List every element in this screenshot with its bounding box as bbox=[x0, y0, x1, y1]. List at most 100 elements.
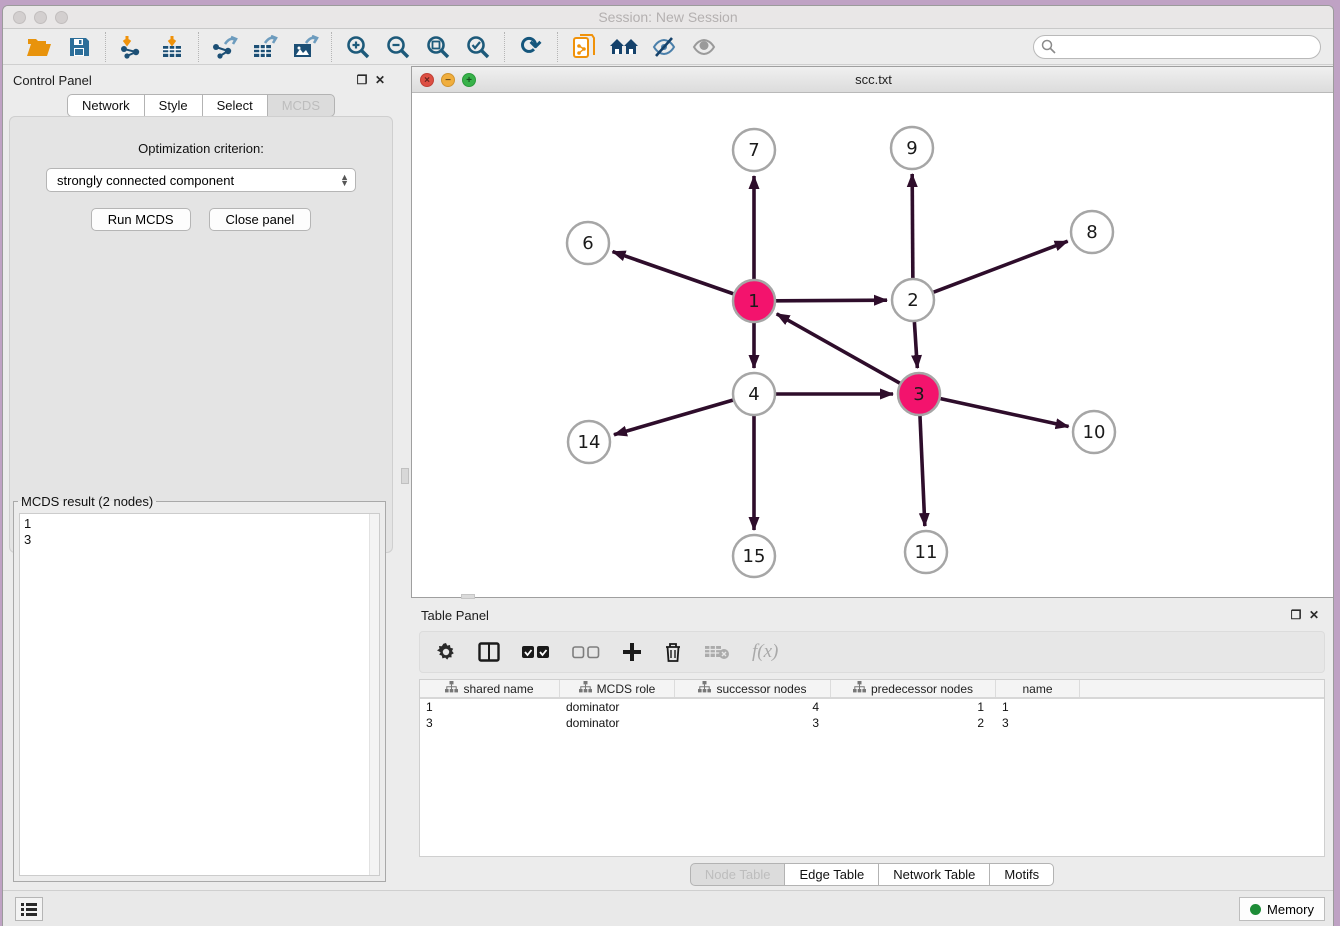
split-view-icon[interactable] bbox=[478, 642, 500, 662]
run-mcds-button[interactable]: Run MCDS bbox=[91, 208, 191, 231]
select-all-icon[interactable] bbox=[522, 645, 550, 659]
export-network-icon[interactable] bbox=[209, 32, 241, 62]
show-all-icon[interactable] bbox=[688, 32, 720, 62]
table-row[interactable]: 1dominator411 bbox=[420, 699, 1324, 715]
save-session-icon[interactable] bbox=[63, 32, 95, 62]
refresh-layout-icon[interactable]: ⟳ bbox=[515, 32, 547, 62]
attribute-tree-icon bbox=[445, 681, 458, 696]
table-cell[interactable]: 1 bbox=[996, 699, 1080, 715]
zoom-selected-icon[interactable] bbox=[462, 32, 494, 62]
graph-node-2[interactable]: 2 bbox=[892, 279, 934, 321]
export-table-icon[interactable] bbox=[249, 32, 281, 62]
graph-node-4[interactable]: 4 bbox=[733, 373, 775, 415]
svg-text:6: 6 bbox=[582, 233, 593, 254]
column-header-shared-name[interactable]: shared name bbox=[420, 680, 560, 697]
tab-select[interactable]: Select bbox=[202, 94, 267, 117]
table-cell[interactable]: dominator bbox=[560, 699, 675, 715]
network-window-titlebar[interactable]: × − + scc.txt bbox=[412, 67, 1334, 93]
float-panel-icon[interactable]: ❐ bbox=[353, 73, 371, 87]
tab-node-table[interactable]: Node Table bbox=[690, 863, 785, 886]
network-canvas[interactable]: 7 9 6 8 1 2 4 3 14 10 15 11 bbox=[412, 93, 1334, 596]
column-header-predecessor-nodes[interactable]: predecessor nodes bbox=[831, 680, 996, 697]
table-cell[interactable]: 3 bbox=[675, 715, 831, 731]
edge-4-14[interactable] bbox=[614, 400, 733, 435]
mcds-tab-content: Optimization criterion: strongly connect… bbox=[9, 116, 393, 553]
tab-motifs[interactable]: Motifs bbox=[989, 863, 1054, 886]
deselect-all-icon[interactable] bbox=[572, 645, 600, 659]
zoom-in-icon[interactable] bbox=[342, 32, 374, 62]
delete-table-icon[interactable] bbox=[704, 644, 730, 660]
first-neighbors-icon[interactable] bbox=[608, 32, 640, 62]
table-cell[interactable]: 4 bbox=[675, 699, 831, 715]
splitter-grip[interactable] bbox=[401, 468, 409, 484]
search-input[interactable] bbox=[1033, 35, 1321, 59]
task-history-button[interactable] bbox=[15, 897, 43, 921]
graph-node-9[interactable]: 9 bbox=[891, 127, 933, 169]
edge-1-2[interactable] bbox=[776, 300, 887, 301]
result-scrollbar[interactable] bbox=[369, 514, 379, 875]
zoom-out-icon[interactable] bbox=[382, 32, 414, 62]
table-cell[interactable]: 3 bbox=[996, 715, 1080, 731]
edge-1-6[interactable] bbox=[613, 252, 734, 294]
column-header-MCDS-role[interactable]: MCDS role bbox=[560, 680, 675, 697]
add-column-icon[interactable] bbox=[622, 642, 642, 662]
import-table-icon[interactable] bbox=[156, 32, 188, 62]
table-row[interactable]: 3dominator323 bbox=[420, 715, 1324, 731]
graph-node-3[interactable]: 3 bbox=[898, 373, 940, 415]
svg-text:14: 14 bbox=[578, 432, 601, 453]
optimization-criterion-label: Optimization criterion: bbox=[10, 141, 392, 156]
delete-column-icon[interactable] bbox=[664, 642, 682, 663]
edge-3-1[interactable] bbox=[777, 314, 900, 383]
edge-2-8[interactable] bbox=[934, 241, 1068, 292]
search-box bbox=[1033, 35, 1321, 59]
edge-3-11[interactable] bbox=[920, 416, 925, 526]
graph-node-7[interactable]: 7 bbox=[733, 129, 775, 171]
column-header-name[interactable]: name bbox=[996, 680, 1080, 697]
table-cell[interactable]: 1 bbox=[831, 699, 996, 715]
table-cell[interactable]: 1 bbox=[420, 699, 560, 715]
gear-icon[interactable] bbox=[436, 642, 456, 662]
graph-node-10[interactable]: 10 bbox=[1073, 411, 1115, 453]
memory-button[interactable]: Memory bbox=[1239, 897, 1325, 921]
hide-selected-icon[interactable] bbox=[648, 32, 680, 62]
table-cell[interactable]: 3 bbox=[420, 715, 560, 731]
tab-network[interactable]: Network bbox=[67, 94, 144, 117]
function-builder-icon[interactable]: f(x) bbox=[752, 641, 778, 663]
export-image-icon[interactable] bbox=[289, 32, 321, 62]
vertical-splitter[interactable] bbox=[399, 66, 411, 890]
float-table-panel-icon[interactable]: ❐ bbox=[1287, 608, 1305, 622]
tab-network-table[interactable]: Network Table bbox=[878, 863, 989, 886]
window-title: Session: New Session bbox=[3, 9, 1333, 25]
tab-mcds[interactable]: MCDS bbox=[267, 94, 335, 117]
window-titlebar: Session: New Session bbox=[3, 6, 1333, 29]
column-header-successor-nodes[interactable]: successor nodes bbox=[675, 680, 831, 697]
tab-edge-table[interactable]: Edge Table bbox=[784, 863, 878, 886]
graph-node-14[interactable]: 14 bbox=[568, 421, 610, 463]
mcds-result-box: MCDS result (2 nodes) 1 3 bbox=[13, 494, 386, 882]
close-panel-button[interactable]: Close panel bbox=[209, 208, 312, 231]
edge-2-9[interactable] bbox=[912, 174, 913, 278]
close-panel-icon[interactable]: ✕ bbox=[371, 73, 389, 87]
table-cell[interactable]: 2 bbox=[831, 715, 996, 731]
fit-content-icon[interactable] bbox=[422, 32, 454, 62]
network-window-title: scc.txt bbox=[412, 72, 1334, 87]
import-network-icon[interactable] bbox=[116, 32, 148, 62]
new-network-from-selection-icon[interactable] bbox=[568, 32, 600, 62]
tab-style[interactable]: Style bbox=[144, 94, 202, 117]
graph-node-15[interactable]: 15 bbox=[733, 535, 775, 577]
edge-3-10[interactable] bbox=[940, 399, 1068, 427]
svg-text:8: 8 bbox=[1086, 222, 1097, 243]
control-panel: Control Panel ❐ ✕ NetworkStyleSelectMCDS… bbox=[3, 66, 399, 890]
main-toolbar: ⟳ bbox=[3, 29, 1333, 65]
optimization-criterion-select[interactable]: strongly connected component ▲▼ bbox=[46, 168, 356, 192]
graph-node-8[interactable]: 8 bbox=[1071, 211, 1113, 253]
edge-2-3[interactable] bbox=[914, 322, 917, 368]
close-table-panel-icon[interactable]: ✕ bbox=[1305, 608, 1323, 622]
mcds-result-area[interactable]: 1 3 bbox=[19, 513, 380, 876]
graph-node-6[interactable]: 6 bbox=[567, 222, 609, 264]
graph-node-11[interactable]: 11 bbox=[905, 531, 947, 573]
graph-node-1[interactable]: 1 bbox=[733, 280, 775, 322]
open-file-icon[interactable] bbox=[23, 32, 55, 62]
horizontal-splitter-grip[interactable] bbox=[461, 594, 475, 599]
table-cell[interactable]: dominator bbox=[560, 715, 675, 731]
